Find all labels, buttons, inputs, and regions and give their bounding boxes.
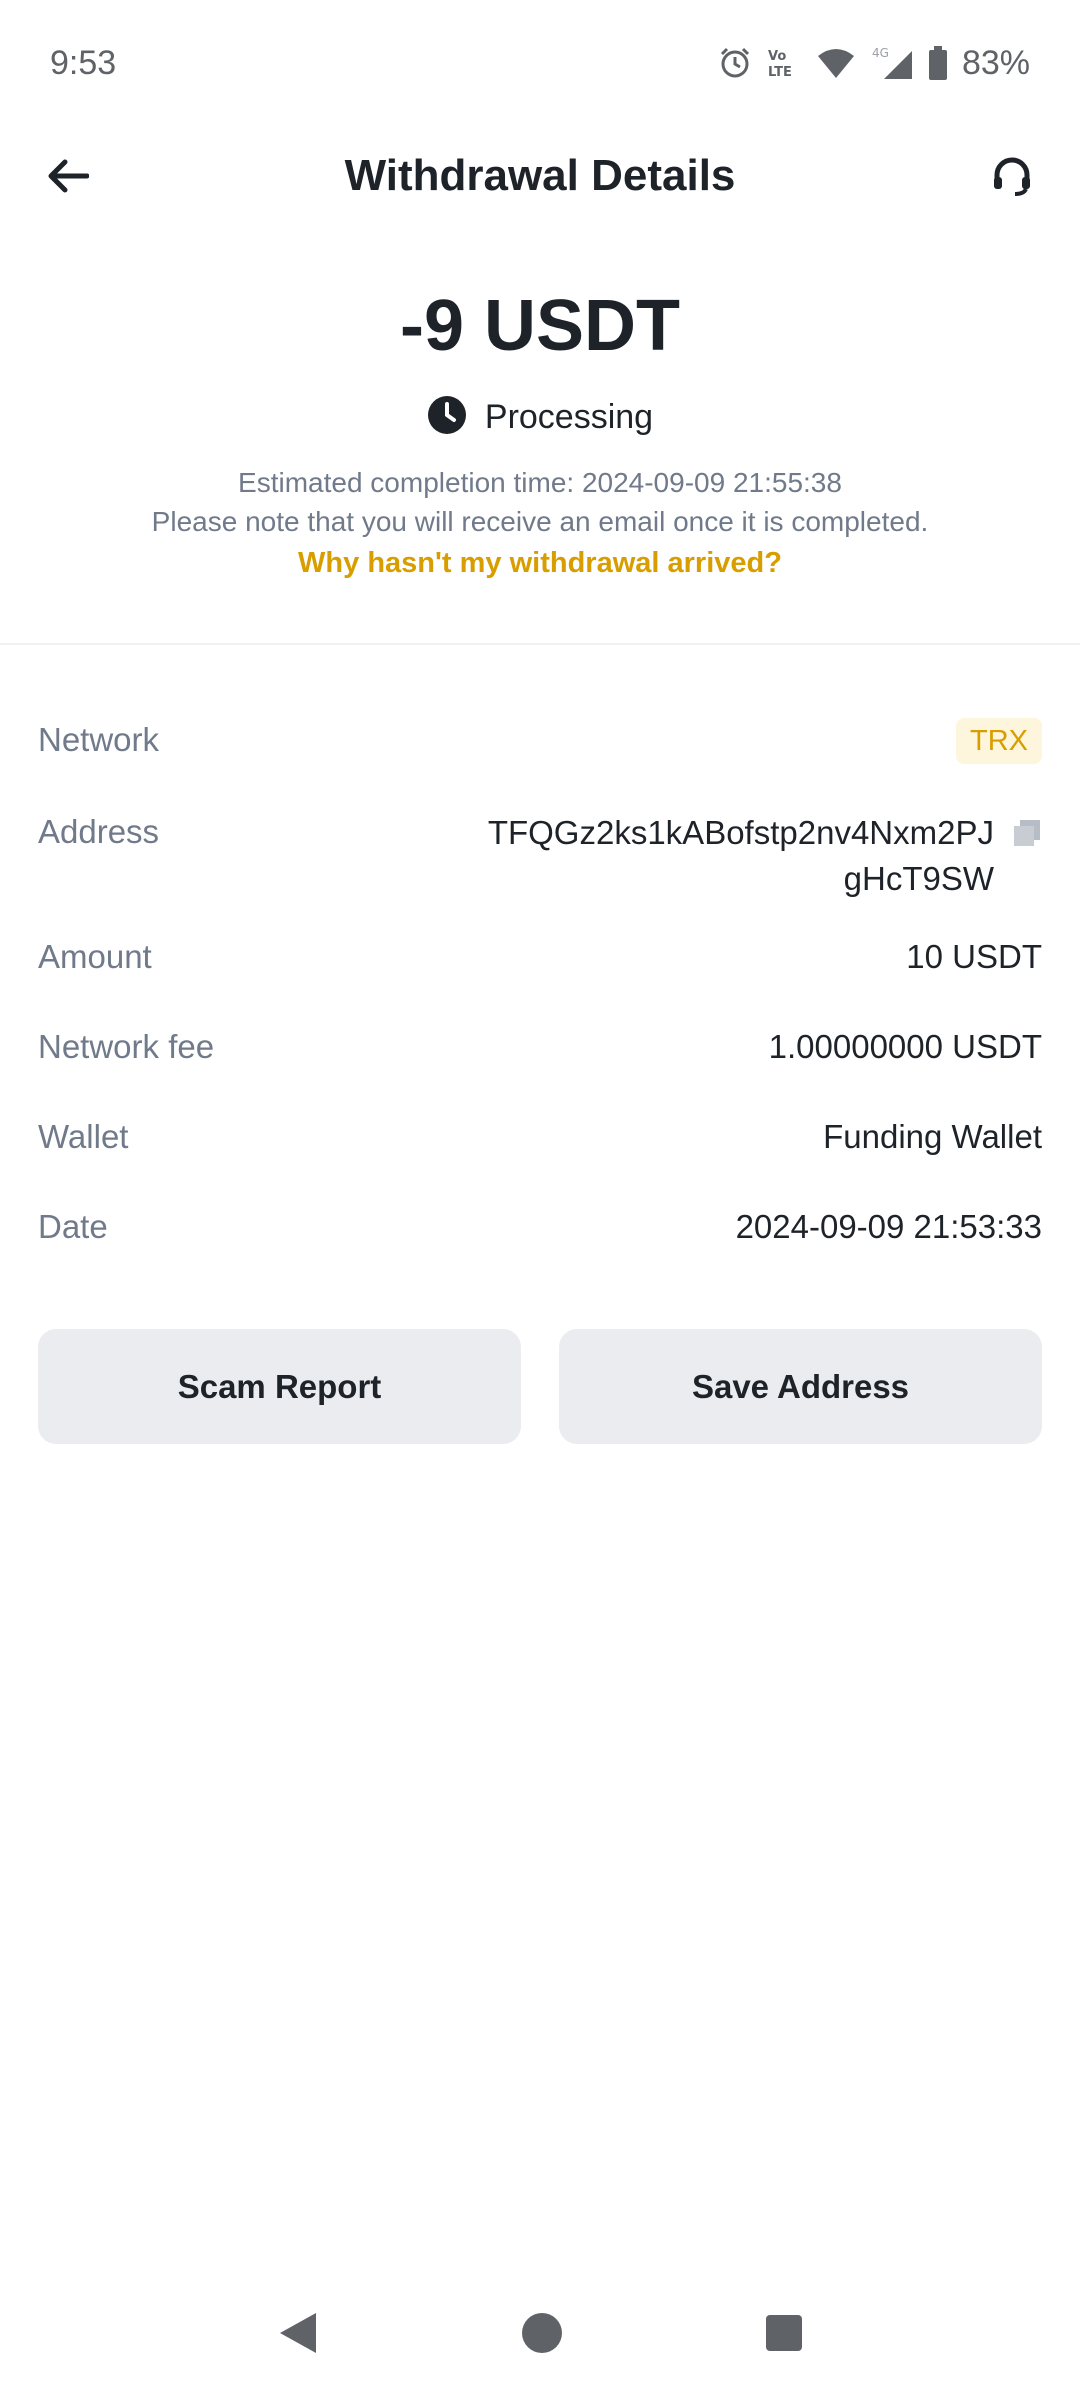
battery-icon [928,45,948,81]
date-label: Date [38,1208,108,1245]
volte-icon: Vo LTE [766,46,802,80]
fee-value: 1.00000000 USDT [768,1028,1042,1065]
address-value-wrap: TFQGz2ks1kABofstp2nv4Nxm2PJgHcT9SW [474,810,1042,902]
email-notice: Please note that you will receive an ema… [151,506,929,537]
divider [0,643,1080,645]
scam-report-button[interactable]: Scam Report [38,1329,521,1444]
nav-recents-icon[interactable] [764,2313,804,2358]
status-time: 9:53 [50,43,117,82]
wallet-label: Wallet [38,1118,129,1155]
withdrawal-amount: -9 USDT [399,286,681,366]
fee-label: Network fee [38,1028,215,1065]
date-value: 2024-09-09 21:53:33 [735,1208,1042,1245]
back-button[interactable] [38,148,98,208]
svg-text:4G: 4G [872,46,889,60]
svg-text:Vo: Vo [768,49,786,64]
support-button[interactable] [982,148,1042,208]
signal-icon: 4G [870,45,914,81]
battery-percent: 83% [961,43,1030,82]
network-label: Network [38,721,160,758]
wifi-icon [816,46,856,80]
detail-row-wallet: Wallet Funding Wallet [38,1115,1042,1159]
address-label: Address [38,813,160,850]
network-tag: TRX [956,718,1042,764]
amount-value: 10 USDT [906,938,1042,975]
headset-icon [991,155,1033,202]
status-bar: 9:53 Vo LTE 4G 83% [0,0,1080,126]
estimated-time: Estimated completion time: 2024-09-09 21… [238,467,842,498]
status-text: Processing [484,398,654,436]
system-nav-bar [0,2270,1080,2400]
detail-row-network: Network TRX [38,718,1042,764]
amount-label: Amount [38,938,152,975]
copy-icon[interactable] [1012,818,1042,853]
nav-home-icon[interactable] [520,2311,564,2360]
svg-text:LTE: LTE [768,65,792,80]
page-title: Withdrawal Details [344,151,736,200]
detail-row-amount: Amount 10 USDT [38,935,1042,979]
status-row: Processing [0,395,1080,440]
action-buttons: Scam Report Save Address [38,1329,1042,1444]
clock-icon [427,395,467,440]
arrow-left-icon [47,158,90,199]
status-icons: Vo LTE 4G 83% [718,44,1030,83]
nav-back-icon[interactable] [276,2309,320,2362]
save-address-button[interactable]: Save Address [559,1329,1042,1444]
app-header: Withdrawal Details [0,126,1080,226]
alarm-icon [718,46,752,80]
detail-row-address: Address TFQGz2ks1kABofstp2nv4Nxm2PJgHcT9… [38,810,1042,902]
detail-row-date: Date 2024-09-09 21:53:33 [38,1205,1042,1249]
help-link[interactable]: Why hasn't my withdrawal arrived? [0,547,1080,580]
address-value: TFQGz2ks1kABofstp2nv4Nxm2PJgHcT9SW [487,814,994,897]
wallet-value: Funding Wallet [823,1118,1042,1155]
detail-row-fee: Network fee 1.00000000 USDT [38,1025,1042,1069]
